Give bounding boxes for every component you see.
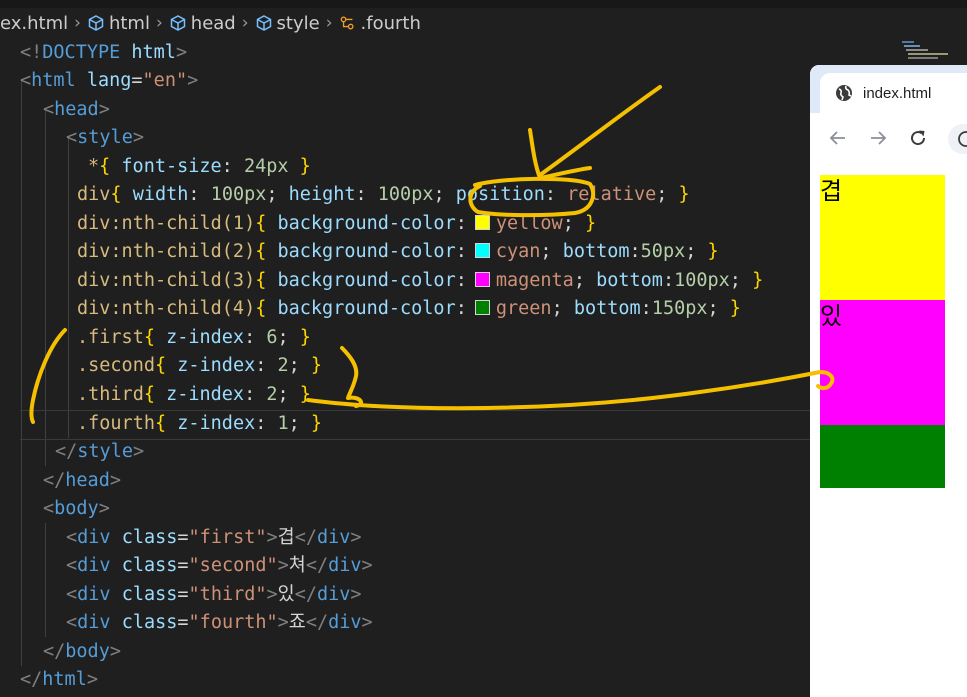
color-swatch-magenta[interactable] — [474, 272, 490, 287]
cube-icon — [170, 15, 186, 31]
code-line-7: div:nth-child(1){ background-color: yello… — [77, 213, 597, 234]
site-info-icon[interactable] — [956, 129, 967, 149]
breadcrumb-item-head[interactable]: head — [170, 13, 236, 34]
browser-tab-bar: index.html — [810, 65, 967, 113]
code-line-5: *{ font-size: 24px } — [88, 156, 311, 177]
code-line-23: </html> — [20, 669, 98, 690]
breadcrumb: ex.html › html › head › style › .fourth — [0, 8, 967, 38]
code-line-22: </body> — [43, 641, 121, 662]
breadcrumb-item-fourth[interactable]: .fourth — [340, 13, 421, 34]
back-arrow-icon[interactable] — [828, 128, 848, 148]
indent-guide — [45, 523, 46, 637]
browser-toolbar — [810, 113, 967, 163]
browser-window: index.html 겹 있 — [810, 65, 967, 697]
css-selector-icon — [340, 16, 354, 30]
forward-arrow-icon[interactable] — [868, 128, 888, 148]
div-fourth-green — [820, 425, 945, 488]
code-line-15: </style> — [55, 441, 145, 462]
code-line-8: div:nth-child(2){ background-color: cyan;… — [77, 241, 719, 262]
browser-tab[interactable]: index.html — [820, 73, 967, 113]
code-line-10: div:nth-child(4){ background-color: green… — [77, 298, 741, 319]
code-line-13: .third{ z-index: 2; } — [77, 384, 311, 405]
code-line-4: <style> — [66, 127, 144, 148]
code-line-3: <head> — [43, 99, 110, 120]
code-line-20: <div class="third">있</div> — [66, 584, 362, 605]
breadcrumb-item-html[interactable]: html — [88, 13, 150, 34]
code-line-16: </head> — [43, 470, 121, 491]
code-line-11: .first{ z-index: 6; } — [77, 327, 311, 348]
div-third-magenta: 있 — [820, 300, 945, 425]
cube-icon — [88, 15, 104, 31]
code-line-2: <html lang="en"> — [20, 70, 199, 91]
chevron-right-icon: › — [155, 13, 163, 33]
chevron-right-icon: › — [241, 13, 249, 33]
chevron-right-icon: › — [325, 13, 333, 33]
color-swatch-green[interactable] — [474, 300, 490, 315]
code-line-1: <!DOCTYPE html> — [20, 42, 188, 63]
page-viewport: 겹 있 — [810, 163, 967, 697]
indent-guide — [68, 138, 69, 438]
indent-guide — [21, 81, 22, 666]
chevron-right-icon: › — [74, 13, 81, 33]
cube-icon — [256, 15, 271, 31]
code-line-21: <div class="fourth">죠</div> — [66, 612, 373, 633]
tab-title: index.html — [863, 84, 932, 102]
color-swatch-yellow[interactable] — [474, 215, 490, 230]
editor-top-strip — [0, 0, 967, 8]
code-line-18: <div class="first">겹</div> — [66, 527, 362, 548]
globe-icon — [836, 85, 852, 101]
reload-icon[interactable] — [908, 128, 928, 148]
breadcrumb-item-style[interactable]: style — [256, 13, 320, 34]
address-bar[interactable] — [948, 124, 967, 154]
code-line-19: <div class="second">쳐</div> — [66, 555, 373, 576]
code-line-17: <body> — [43, 498, 110, 519]
div-first-yellow: 겹 — [820, 175, 945, 300]
breadcrumb-file[interactable]: ex.html — [0, 13, 68, 34]
code-line-6: div{ width: 100px; height: 100px; positi… — [77, 184, 690, 205]
code-line-12: .second{ z-index: 2; } — [77, 355, 323, 376]
code-line-9: div:nth-child(3){ background-color: magen… — [77, 270, 764, 291]
color-swatch-cyan[interactable] — [474, 243, 490, 258]
code-line-14: .fourth{ z-index: 1; } — [77, 413, 323, 434]
